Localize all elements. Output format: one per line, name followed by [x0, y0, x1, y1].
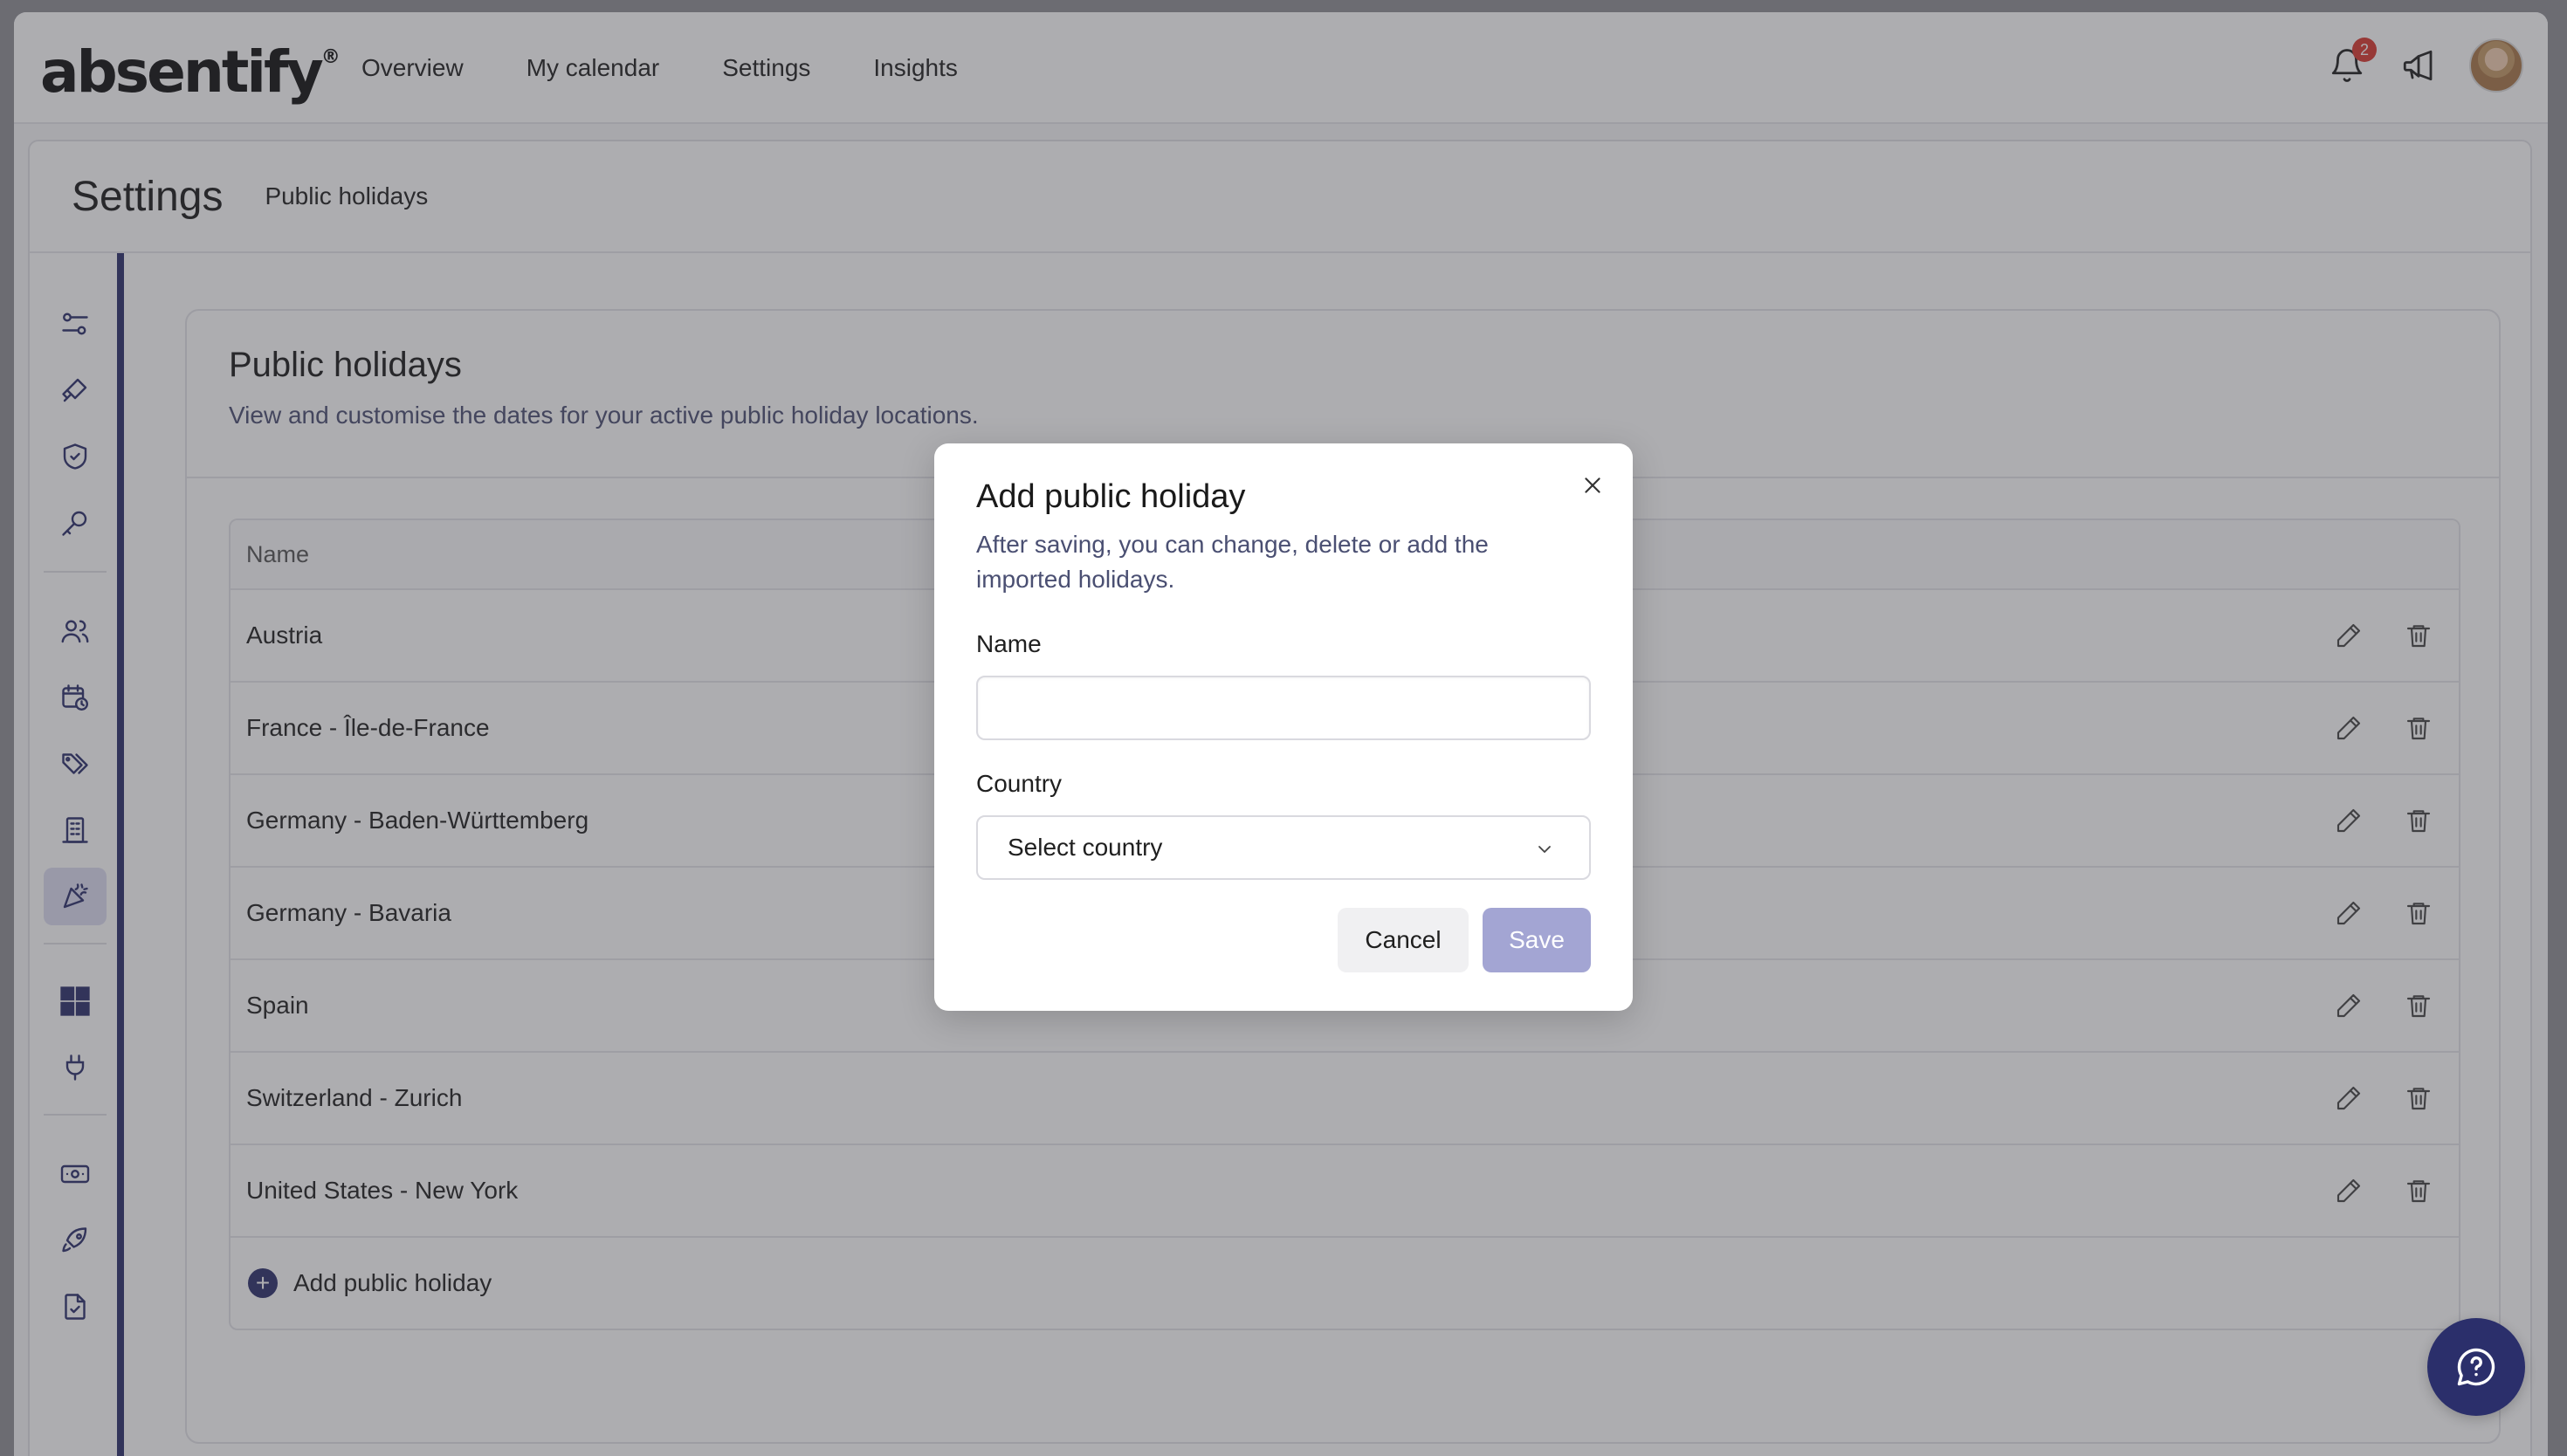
name-label: Name	[976, 630, 1042, 657]
name-input[interactable]	[976, 676, 1591, 740]
dialog-description: After saving, you can change, delete or …	[976, 531, 1489, 593]
country-label: Country	[976, 770, 1063, 797]
country-select-value: Select country	[1008, 834, 1163, 861]
support-chat-button[interactable]	[2427, 1318, 2525, 1416]
close-icon	[1585, 477, 1600, 493]
dialog-title: Add public holiday	[976, 478, 1246, 515]
country-select[interactable]: Select country	[976, 815, 1591, 880]
add-public-holiday-dialog: Add public holiday After saving, you can…	[934, 443, 1633, 1011]
chat-help-icon	[2457, 1348, 2495, 1386]
save-button[interactable]: Save	[1483, 908, 1591, 972]
close-button[interactable]	[1579, 471, 1607, 499]
cancel-button[interactable]: Cancel	[1338, 908, 1469, 972]
chevron-down-icon	[1533, 838, 1556, 861]
